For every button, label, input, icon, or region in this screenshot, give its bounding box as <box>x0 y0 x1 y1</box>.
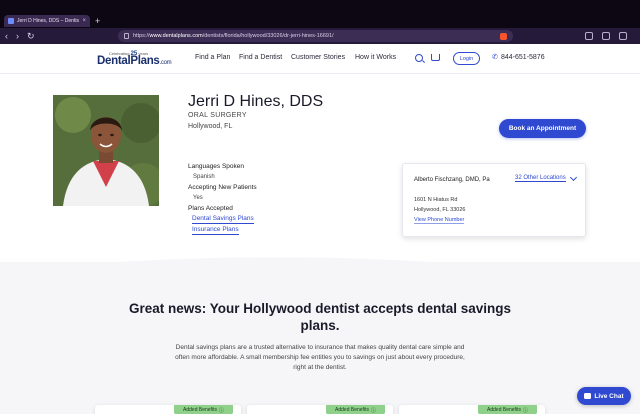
location-card: Alberto Fischzang, DMD, Pa 32 Other Loca… <box>402 163 586 237</box>
site-header: Celebrating 25 years DentalPlans.com Fin… <box>0 44 640 74</box>
logo-wordmark: DentalPlans.com <box>97 55 172 67</box>
nav-customer-stories[interactable]: Customer Stories <box>291 54 345 61</box>
url-input[interactable]: https://www.dentalplans.com/dentists/flo… <box>118 30 513 42</box>
languages-label: Languages Spoken <box>188 163 245 170</box>
dentist-photo <box>53 95 159 206</box>
cart-icon[interactable] <box>431 54 440 61</box>
close-icon[interactable]: × <box>82 18 86 24</box>
address-line-2: Hollywood, FL 33026 <box>414 207 466 213</box>
chevron-down-icon[interactable] <box>569 173 578 182</box>
insurance-plans-link[interactable]: Insurance Plans <box>192 226 239 235</box>
accepting-label: Accepting New Patients <box>188 184 257 191</box>
url-text: https://www.dentalplans.com/dentists/flo… <box>133 33 334 39</box>
nav-find-a-plan[interactable]: Find a Plan <box>195 54 230 61</box>
back-icon[interactable]: ‹ <box>5 30 8 42</box>
address-bar: ‹ › ↻ https://www.dentalplans.com/dentis… <box>0 28 640 44</box>
added-benefits-badge: Added Benefits ⓘ <box>326 405 385 414</box>
live-chat-label: Live Chat <box>594 392 624 400</box>
accepting-value: Yes <box>193 195 203 201</box>
login-button[interactable]: Login <box>453 52 480 65</box>
live-chat-button[interactable]: Live Chat <box>577 387 631 405</box>
added-benefits-badge: Added Benefits ⓘ <box>478 405 537 414</box>
sidebar-icon[interactable] <box>602 32 610 40</box>
info-icon: ⓘ <box>218 407 224 414</box>
browser-tab-bar: Jerri D Hines, DDS – Dentist i… × + <box>0 0 640 28</box>
browser-tab[interactable]: Jerri D Hines, DDS – Dentist i… × <box>4 15 90 27</box>
lock-icon <box>124 33 129 39</box>
view-phone-link[interactable]: View Phone Number <box>414 217 465 224</box>
plan-card[interactable]: Added Benefits ⓘ <box>247 405 393 414</box>
nav-find-a-dentist[interactable]: Find a Dentist <box>239 54 282 61</box>
forward-icon[interactable]: › <box>16 30 19 42</box>
dentist-specialty: ORAL SURGERY <box>188 112 247 119</box>
book-appointment-button[interactable]: Book an Appointment <box>499 119 586 138</box>
favicon-icon <box>8 18 14 24</box>
nav-how-it-works[interactable]: How it Works <box>355 54 396 61</box>
plan-card[interactable]: Added Benefits ⓘ <box>95 405 241 414</box>
phone-icon: ✆ <box>492 54 498 61</box>
reload-icon[interactable]: ↻ <box>27 30 35 42</box>
info-icon: ⓘ <box>370 407 376 414</box>
plan-card[interactable]: Added Benefits ⓘ <box>399 405 545 414</box>
promo-section <box>0 262 640 414</box>
dentist-name: Jerri D Hines, DDS <box>188 93 324 110</box>
other-locations-link[interactable]: 32 Other Locations <box>515 175 566 182</box>
added-benefits-badge: Added Benefits ⓘ <box>174 405 233 414</box>
plans-label: Plans Accepted <box>188 205 233 212</box>
brave-shield-icon[interactable] <box>500 32 507 40</box>
languages-value: Spanish <box>193 174 215 180</box>
promo-body: Dental savings plans are a trusted alter… <box>175 344 465 371</box>
new-tab-icon[interactable]: + <box>95 15 100 27</box>
menu-icon[interactable] <box>619 32 627 40</box>
address-line-1: 1601 N Hiatus Rd <box>414 197 458 203</box>
dentist-location: Hollywood, FL <box>188 123 233 130</box>
extension-icon[interactable] <box>585 32 593 40</box>
dental-savings-plans-link[interactable]: Dental Savings Plans <box>192 215 254 224</box>
promo-title: Great news: Your Hollywood dentist accep… <box>128 301 512 333</box>
search-icon[interactable] <box>415 54 423 62</box>
chat-icon <box>584 393 592 399</box>
tab-title: Jerri D Hines, DDS – Dentist i… <box>17 18 80 24</box>
location-name: Alberto Fischzang, DMD, Pa <box>414 177 490 183</box>
info-icon: ⓘ <box>522 407 528 414</box>
phone-number[interactable]: 844-651-5876 <box>501 54 545 61</box>
